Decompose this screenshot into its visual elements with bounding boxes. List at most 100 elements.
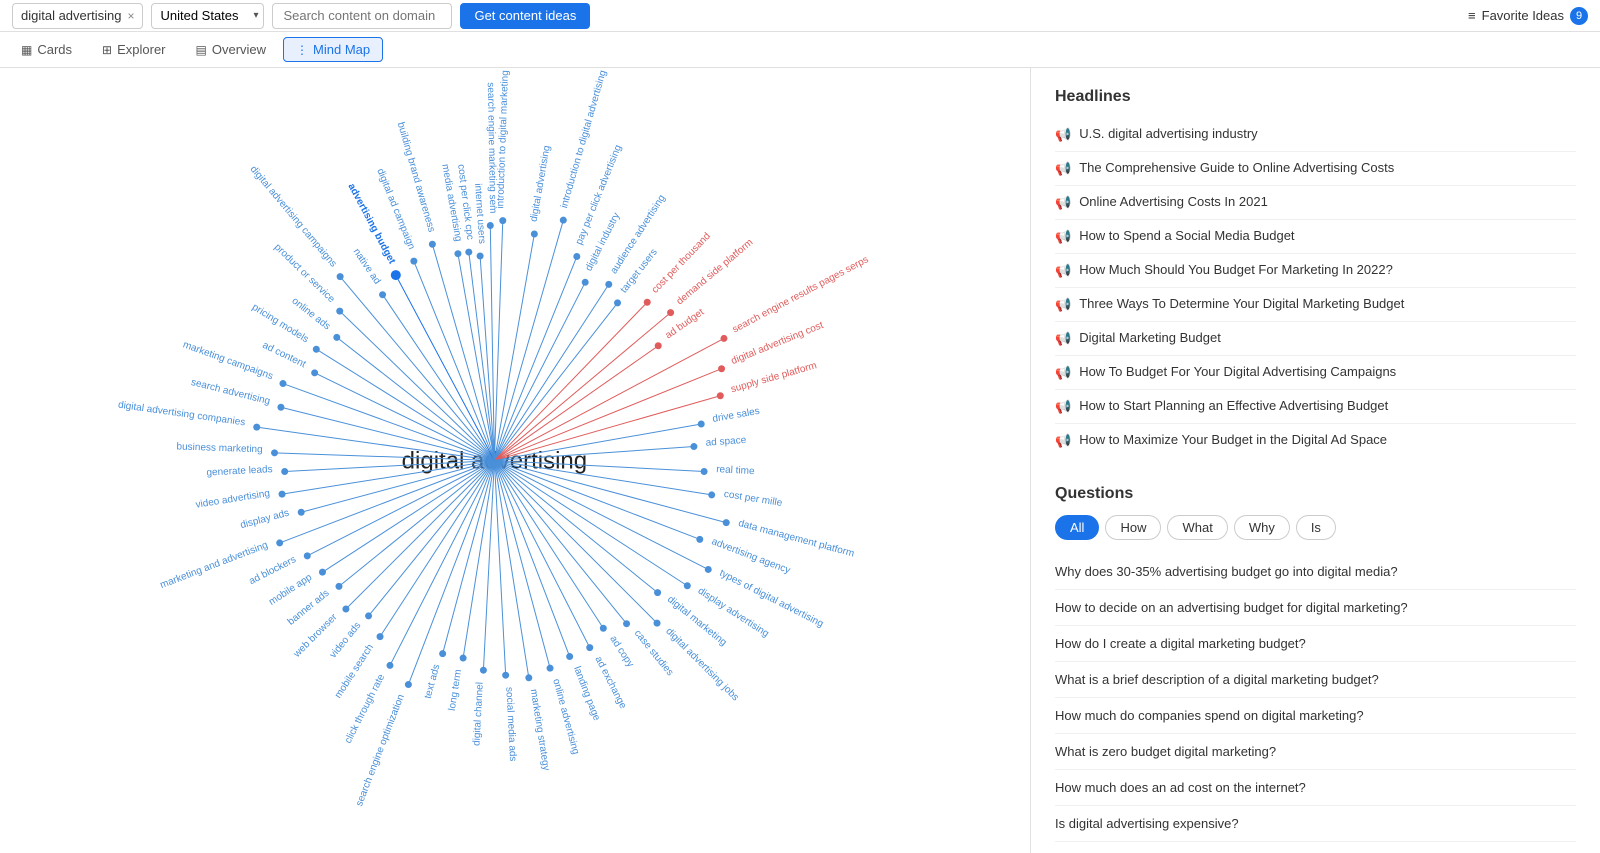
question-filter-btn[interactable]: What: [1167, 515, 1227, 540]
headline-item[interactable]: 📢 Three Ways To Determine Your Digital Ma…: [1055, 288, 1576, 322]
headline-text: Digital Marketing Budget: [1079, 330, 1221, 345]
questions-filters: AllHowWhat WhyIs: [1055, 515, 1576, 540]
country-select-wrapper: United States ▾: [151, 3, 264, 29]
megaphone-icon: 📢: [1055, 263, 1071, 279]
headline-text: How to Start Planning an Effective Adver…: [1079, 398, 1388, 413]
close-tag-icon[interactable]: ×: [127, 9, 134, 23]
headline-item[interactable]: 📢 How to Maximize Your Budget in the Digi…: [1055, 424, 1576, 457]
list-icon: ≡: [1468, 8, 1476, 23]
megaphone-icon: 📢: [1055, 331, 1071, 347]
headline-text: How to Maximize Your Budget in the Digit…: [1079, 432, 1387, 447]
questions-title: Questions: [1055, 485, 1576, 503]
megaphone-icon: 📢: [1055, 297, 1071, 313]
svg-text:ad space: ad space: [705, 435, 747, 449]
tab-icon-overview: ▤: [196, 43, 207, 57]
svg-text:ad copy: ad copy: [607, 634, 635, 669]
tab-overview[interactable]: ▤ Overview: [183, 37, 280, 62]
headline-text: Online Advertising Costs In 2021: [1079, 194, 1268, 209]
svg-text:marketing campaigns: marketing campaigns: [181, 339, 274, 382]
question-filter-btn[interactable]: How: [1105, 515, 1161, 540]
tab-icon-explorer: ⊞: [102, 43, 112, 57]
svg-text:digital advertising: digital advertising: [529, 145, 553, 223]
megaphone-icon: 📢: [1055, 399, 1071, 415]
tabs: ▦ Cards ⊞ Explorer ▤ Overview ⋮ Mind Map: [0, 32, 1600, 68]
svg-text:long term: long term: [447, 669, 464, 712]
svg-text:marketing strategy: marketing strategy: [528, 688, 552, 771]
questions-section: Questions AllHowWhat WhyIs Why does 30-35…: [1055, 485, 1576, 853]
headline-item[interactable]: 📢 How Much Should You Budget For Marketin…: [1055, 254, 1576, 288]
search-query-tag[interactable]: digital advertising ×: [12, 3, 143, 29]
headline-text: Three Ways To Determine Your Digital Mar…: [1079, 296, 1404, 311]
svg-text:text ads: text ads: [423, 663, 443, 700]
mindmap-area[interactable]: digital advertisingintroduction to digit…: [0, 68, 1030, 853]
headline-text: U.S. digital advertising industry: [1079, 126, 1257, 141]
tab-label-explorer: Explorer: [117, 42, 165, 57]
question-item[interactable]: How do I create a digital marketing budg…: [1055, 626, 1576, 662]
svg-text:display ads: display ads: [239, 508, 290, 532]
tab-explorer[interactable]: ⊞ Explorer: [89, 37, 178, 62]
svg-text:digital channel: digital channel: [471, 682, 485, 746]
svg-text:digital advertising companies: digital advertising companies: [117, 400, 246, 429]
headline-item[interactable]: 📢 U.S. digital advertising industry: [1055, 118, 1576, 152]
domain-search-input[interactable]: [272, 3, 452, 29]
question-item[interactable]: How to decide on an advertising budget f…: [1055, 590, 1576, 626]
headline-item[interactable]: 📢 How to Start Planning an Effective Adve…: [1055, 390, 1576, 424]
headline-text: How Much Should You Budget For Marketing…: [1079, 262, 1393, 277]
svg-text:cost per mille: cost per mille: [723, 489, 783, 509]
svg-text:search engine marketing sem: search engine marketing sem: [485, 82, 498, 213]
tab-label-cards: Cards: [37, 42, 72, 57]
svg-text:search engine results pages se: search engine results pages serps: [731, 254, 871, 335]
question-filter-btn[interactable]: All: [1055, 515, 1099, 540]
svg-text:drive sales: drive sales: [712, 406, 761, 425]
svg-text:types of digital advertising: types of digital advertising: [718, 568, 826, 630]
megaphone-icon: 📢: [1055, 195, 1071, 211]
svg-text:online advertising: online advertising: [550, 678, 581, 756]
headline-item[interactable]: 📢The Comprehensive Guide to Online Adver…: [1055, 152, 1576, 186]
favorite-ideas-label: Favorite Ideas: [1482, 8, 1564, 23]
query-text: digital advertising: [21, 8, 121, 23]
svg-text:digital advertising campaigns: digital advertising campaigns: [248, 164, 339, 269]
headline-item[interactable]: 📢 Online Advertising Costs In 2021: [1055, 186, 1576, 220]
headline-item[interactable]: 📢 Digital Marketing Budget: [1055, 322, 1576, 356]
headline-item[interactable]: 📢How to Spend a Social Media Budget: [1055, 220, 1576, 254]
svg-text:generate leads: generate leads: [206, 464, 273, 478]
questions-list: Why does 30-35% advertising budget go in…: [1055, 554, 1576, 853]
question-item[interactable]: How much do companies spend on digital m…: [1055, 698, 1576, 734]
question-item[interactable]: Is digital advertising expensive?: [1055, 806, 1576, 842]
svg-text:social media ads: social media ads: [503, 687, 518, 762]
question-filter-btn[interactable]: Why: [1234, 515, 1290, 540]
mindmap-svg: digital advertisingintroduction to digit…: [0, 68, 1030, 853]
headline-item[interactable]: 📢 How To Budget For Your Digital Advertis…: [1055, 356, 1576, 390]
headlines-section: Headlines 📢 U.S. digital advertising indu…: [1055, 88, 1576, 457]
megaphone-icon: 📢: [1055, 433, 1071, 449]
svg-text:search advertising: search advertising: [190, 377, 271, 407]
question-filter-btn[interactable]: Is: [1296, 515, 1336, 540]
headline-text: The Comprehensive Guide to Online Advert…: [1079, 160, 1394, 175]
headline-text: How To Budget For Your Digital Advertisi…: [1079, 364, 1396, 379]
svg-text:ad content: ad content: [261, 340, 308, 370]
question-item[interactable]: What is zero budget digital marketing?: [1055, 734, 1576, 770]
svg-text:ad blockers: ad blockers: [247, 554, 298, 587]
tab-cards[interactable]: ▦ Cards: [8, 37, 85, 62]
question-item[interactable]: How to find out a client's budget for di…: [1055, 842, 1576, 853]
megaphone-icon: 📢: [1055, 127, 1071, 143]
tab-mindmap[interactable]: ⋮ Mind Map: [283, 37, 383, 62]
get-ideas-button[interactable]: Get content ideas: [460, 3, 590, 29]
country-select[interactable]: United States: [151, 3, 264, 29]
favorite-ideas-button[interactable]: ≡ Favorite Ideas 9: [1468, 7, 1588, 25]
tab-label-overview: Overview: [212, 42, 266, 57]
question-item[interactable]: Why does 30-35% advertising budget go in…: [1055, 554, 1576, 590]
tab-label-mindmap: Mind Map: [313, 42, 370, 57]
header: digital advertising × United States ▾ Ge…: [0, 0, 1600, 32]
tab-icon-cards: ▦: [21, 43, 32, 57]
question-item[interactable]: How much does an ad cost on the internet…: [1055, 770, 1576, 806]
question-item[interactable]: What is a brief description of a digital…: [1055, 662, 1576, 698]
favorite-count-badge: 9: [1570, 7, 1588, 25]
megaphone-icon: 📢: [1055, 365, 1071, 381]
tab-icon-mindmap: ⋮: [296, 43, 308, 57]
svg-text:native ad: native ad: [351, 247, 383, 287]
headlines-list: 📢U.S. digital advertising industry📢The C…: [1055, 118, 1576, 457]
svg-text:business marketing: business marketing: [176, 441, 262, 455]
headlines-title: Headlines: [1055, 88, 1576, 106]
svg-text:landing page: landing page: [571, 665, 602, 723]
